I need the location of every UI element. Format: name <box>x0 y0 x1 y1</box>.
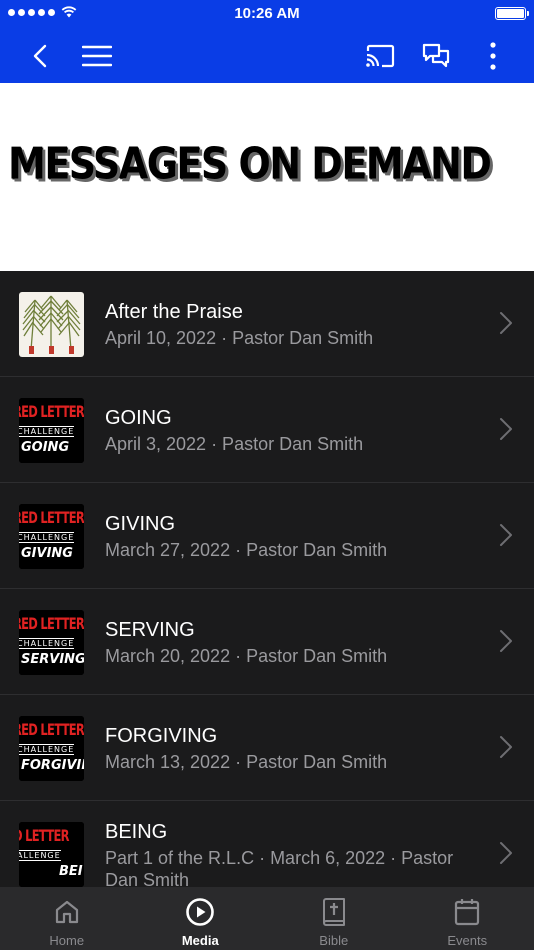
back-button[interactable] <box>20 36 60 76</box>
thumbnail: RED LETTER CHALLENGE SERVING <box>19 610 84 675</box>
tab-label: Media <box>181 933 219 948</box>
tab-home[interactable]: Home <box>0 887 134 950</box>
message-title: SERVING <box>105 619 195 641</box>
message-title: GIVING <box>105 513 176 535</box>
tab-label: Home <box>49 933 85 948</box>
list-item[interactable]: RED LETTER CHALLENGE GOING GOING April 3… <box>0 377 534 483</box>
chevron-right-icon <box>500 842 512 864</box>
hamburger-menu-icon <box>82 45 112 67</box>
status-time: 10:26 AM <box>234 5 300 22</box>
cast-icon <box>366 44 395 68</box>
thumbnail: RED LETTER CHALLENGE FORGIVING <box>19 716 84 781</box>
message-subtitle: March 20, 2022 · Pastor Dan Smith <box>105 646 388 666</box>
message-subtitle: March 13, 2022 · Pastor Dan Smith <box>105 752 388 772</box>
chat-button[interactable] <box>416 36 456 76</box>
palm-branches-image <box>22 295 81 354</box>
message-subtitle: Part 1 of the R.L.C · March 6, 2022 · Pa… <box>105 848 454 887</box>
thumbnail <box>19 292 84 357</box>
battery-icon <box>495 7 529 20</box>
message-title: After the Praise <box>105 301 243 323</box>
page-banner: MESSAGES ON DEMAND <box>0 83 534 271</box>
banner-title: MESSAGES ON DEMAND <box>8 138 492 189</box>
tab-label: Bible <box>319 933 349 948</box>
tab-bible[interactable]: Bible <box>267 887 401 950</box>
red-letter-challenge-image: RED LETTER CHALLENGE GIVING <box>19 504 84 569</box>
play-circle-icon <box>185 897 215 927</box>
message-subtitle: March 27, 2022 · Pastor Dan Smith <box>105 540 388 560</box>
chevron-right-icon <box>500 418 512 440</box>
list-item[interactable]: After the Praise April 10, 2022 · Pastor… <box>0 271 534 377</box>
thumbnail: D LETTER ALLENGE BEI <box>19 822 84 887</box>
tab-events[interactable]: Events <box>401 887 534 950</box>
chat-bubbles-icon <box>422 43 450 68</box>
chevron-right-icon <box>500 312 512 334</box>
message-title: FORGIVING <box>105 725 218 747</box>
red-letter-challenge-image: RED LETTER CHALLENGE FORGIVING <box>19 716 84 781</box>
cast-button[interactable] <box>360 36 400 76</box>
red-letter-challenge-image: RED LETTER CHALLENGE SERVING <box>19 610 84 675</box>
message-list: After the Praise April 10, 2022 · Pastor… <box>0 271 534 887</box>
chevron-right-icon <box>500 736 512 758</box>
tab-bar: Home Media Bible Events <box>0 887 534 950</box>
list-item[interactable]: RED LETTER CHALLENGE FORGIVING FORGIVING… <box>0 695 534 801</box>
thumbnail: RED LETTER CHALLENGE GIVING <box>19 504 84 569</box>
bible-icon <box>319 897 349 927</box>
list-item[interactable]: RED LETTER CHALLENGE SERVING SERVING Mar… <box>0 589 534 695</box>
message-subtitle: April 10, 2022 · Pastor Dan Smith <box>105 328 374 348</box>
calendar-icon <box>452 897 482 927</box>
menu-button[interactable] <box>77 36 117 76</box>
more-options-button[interactable] <box>473 36 513 76</box>
red-letter-challenge-image: RED LETTER CHALLENGE GOING <box>19 398 84 463</box>
chevron-left-icon <box>33 44 47 68</box>
thumbnail: RED LETTER CHALLENGE GOING <box>19 398 84 463</box>
message-subtitle: April 3, 2022 · Pastor Dan Smith <box>105 434 364 454</box>
chevron-right-icon <box>500 630 512 652</box>
message-title: BEING <box>105 821 168 843</box>
list-item[interactable]: RED LETTER CHALLENGE GIVING GIVING March… <box>0 483 534 589</box>
tab-label: Events <box>447 933 488 948</box>
list-item[interactable]: D LETTER ALLENGE BEI BEING Part 1 of the… <box>0 801 534 887</box>
tab-media[interactable]: Media <box>134 887 268 950</box>
status-bar: 10:26 AM <box>0 0 534 28</box>
message-title: GOING <box>105 407 172 429</box>
chevron-right-icon <box>500 524 512 546</box>
nav-bar <box>0 28 534 83</box>
more-vertical-icon <box>490 42 496 70</box>
red-letter-challenge-image: D LETTER ALLENGE BEI <box>19 822 84 887</box>
home-icon <box>52 897 82 927</box>
